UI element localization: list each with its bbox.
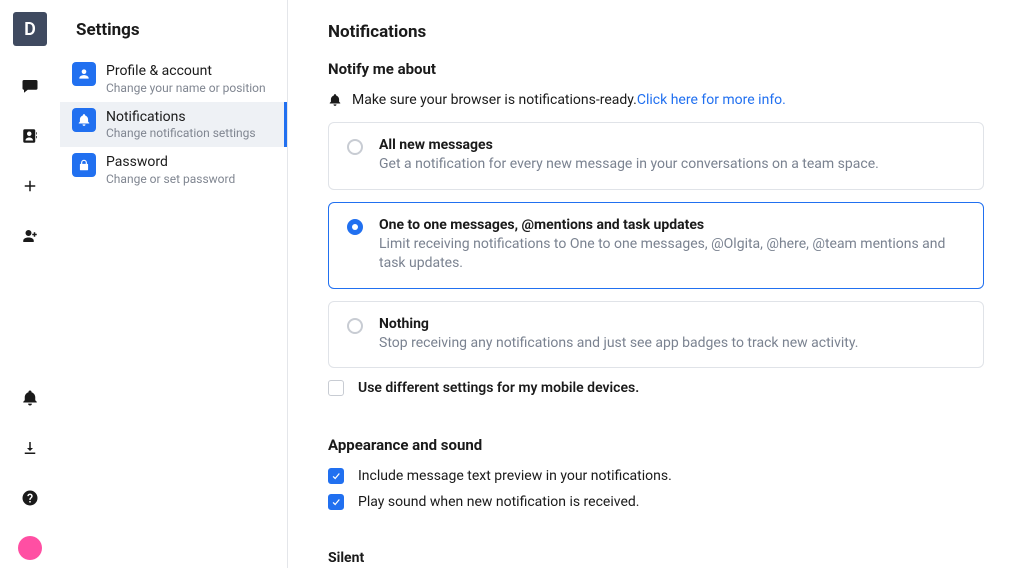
option-title: All new messages [379, 137, 879, 153]
main-content: Notifications Notify me about Make sure … [288, 0, 1024, 568]
chat-icon[interactable] [12, 68, 48, 104]
bell-icon [72, 108, 96, 132]
option-desc: Limit receiving notifications to One to … [379, 235, 967, 274]
option-title: Nothing [379, 316, 858, 332]
notify-option-all[interactable]: All new messages Get a notification for … [328, 122, 984, 190]
radio-icon [347, 318, 363, 334]
settings-item-desc: Change your name or position [106, 81, 266, 96]
option-desc: Stop receiving any notifications and jus… [379, 334, 858, 354]
settings-item-profile[interactable]: Profile & account Change your name or po… [60, 56, 287, 102]
appearance-option-sound[interactable]: Play sound when new notification is rece… [328, 494, 984, 510]
checkbox-icon [328, 380, 344, 396]
notify-option-mentions[interactable]: One to one messages, @mentions and task … [328, 202, 984, 289]
option-title: One to one messages, @mentions and task … [379, 217, 967, 233]
mobile-diff-row[interactable]: Use different settings for my mobile dev… [328, 380, 984, 396]
help-icon[interactable] [12, 480, 48, 516]
settings-item-label: Notifications [106, 109, 256, 127]
settings-item-desc: Change notification settings [106, 126, 256, 141]
checkbox-icon [328, 468, 344, 484]
settings-sidebar: Settings Profile & account Change your n… [60, 0, 288, 568]
option-desc: Get a notification for every new message… [379, 155, 879, 175]
browser-ready-text: Make sure your browser is notifications-… [352, 92, 637, 108]
settings-item-label: Password [106, 154, 235, 172]
add-icon[interactable] [12, 168, 48, 204]
contacts-icon[interactable] [12, 118, 48, 154]
checkbox-label: Play sound when new notification is rece… [358, 494, 639, 510]
browser-ready-row: Make sure your browser is notifications-… [328, 92, 984, 108]
settings-title: Settings [60, 20, 287, 56]
browser-info-link[interactable]: Click here for more info. [637, 92, 786, 108]
appearance-option-preview[interactable]: Include message text preview in your not… [328, 468, 984, 484]
bell-icon[interactable] [12, 380, 48, 416]
radio-icon [347, 219, 363, 235]
app-rail: D [0, 0, 60, 568]
add-user-icon[interactable] [12, 218, 48, 254]
workspace-avatar[interactable]: D [13, 12, 47, 46]
mobile-diff-label: Use different settings for my mobile dev… [358, 380, 639, 396]
presence-indicator[interactable] [18, 536, 42, 560]
bell-icon [328, 93, 342, 107]
settings-item-desc: Change or set password [106, 172, 235, 187]
radio-icon [347, 139, 363, 155]
checkbox-label: Include message text preview in your not… [358, 468, 672, 484]
notify-option-nothing[interactable]: Nothing Stop receiving any notifications… [328, 301, 984, 369]
download-icon[interactable] [12, 430, 48, 466]
settings-item-notifications[interactable]: Notifications Change notification settin… [60, 102, 287, 148]
settings-item-password[interactable]: Password Change or set password [60, 147, 287, 193]
silent-heading: Silent [328, 550, 984, 566]
person-icon [72, 62, 96, 86]
settings-item-label: Profile & account [106, 63, 266, 81]
checkbox-icon [328, 494, 344, 510]
notify-heading: Notify me about [328, 60, 984, 78]
page-heading: Notifications [328, 22, 984, 42]
lock-icon [72, 153, 96, 177]
appearance-heading: Appearance and sound [328, 436, 984, 454]
